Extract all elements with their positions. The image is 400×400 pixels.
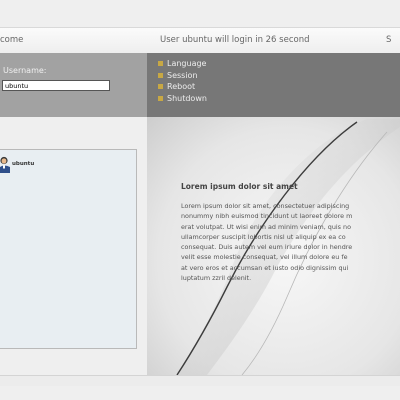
username-label: Username: (3, 66, 47, 75)
welcome-text: come (0, 35, 24, 45)
content-body: Lorem ipsum dolor sit amet, consectetuer… (181, 202, 353, 283)
user-avatar-icon (0, 156, 10, 173)
login-area: Username: (0, 53, 147, 117)
bullet-icon (158, 61, 163, 67)
welcome-content-area: Lorem ipsum dolor sit amet Lorem ipsum d… (147, 117, 400, 375)
menu-item-label: Session (167, 70, 198, 80)
menu-item-label: Reboot (167, 82, 196, 92)
autologin-countdown: User ubuntu will login in 26 second (160, 35, 310, 45)
user-name: ubuntu (12, 161, 35, 167)
top-bar: come User ubuntu will login in 26 second… (0, 27, 400, 54)
menu-item-shutdown[interactable]: Shutdown (158, 93, 207, 105)
content-title: Lorem ipsum dolor sit amet (181, 182, 298, 191)
username-input[interactable] (2, 80, 110, 91)
menu-item-label: Shutdown (167, 93, 207, 103)
session-menu: Language Session Reboot Shutdown (147, 53, 400, 117)
bullet-icon (158, 95, 163, 101)
bullet-icon (158, 72, 163, 78)
menu-item-session[interactable]: Session (158, 70, 207, 82)
menu-item-label: Language (167, 59, 207, 69)
user-item-ubuntu[interactable]: ubuntu (0, 156, 34, 173)
bullet-icon (158, 84, 163, 90)
menu-item-language[interactable]: Language (158, 58, 207, 70)
user-list-panel: ubuntu (0, 149, 137, 349)
menu-item-reboot[interactable]: Reboot (158, 81, 207, 93)
bottom-bar (0, 375, 400, 386)
topbar-right-text: S (386, 35, 392, 45)
